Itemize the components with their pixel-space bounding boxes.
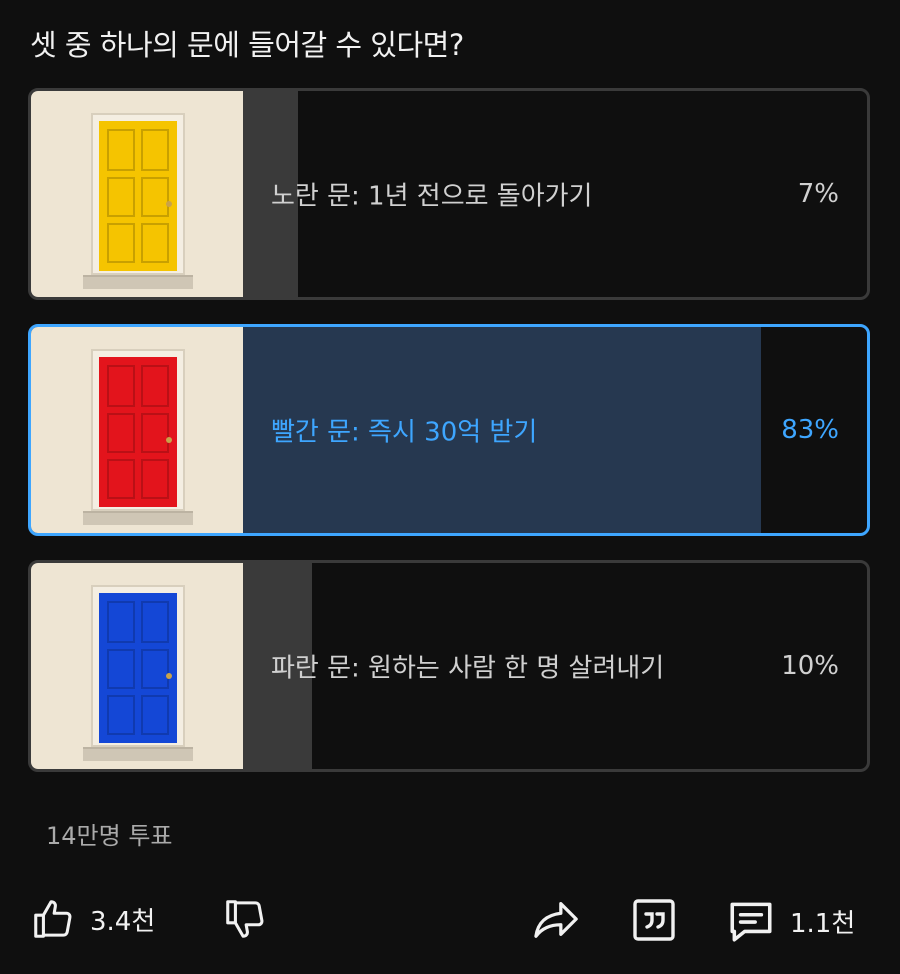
blue-door-image: [31, 563, 243, 769]
like-button[interactable]: 3.4천: [30, 896, 155, 942]
dislike-button[interactable]: [222, 896, 268, 942]
poll-option-label: 파란 문: 원하는 사람 한 명 살려내기: [271, 653, 665, 684]
comment-button[interactable]: 1.1천: [726, 896, 855, 946]
vote-count: 14만명 투표: [46, 822, 173, 850]
like-count: 3.4천: [90, 906, 156, 937]
thumbs-up-icon: [30, 896, 76, 942]
share-icon: [532, 896, 582, 942]
comment-icon: [726, 896, 776, 946]
yellow-door-image: [31, 91, 243, 297]
share-button[interactable]: [532, 896, 582, 942]
poll-option-label: 노란 문: 1년 전으로 돌아가기: [271, 181, 593, 212]
quote-button[interactable]: [630, 896, 678, 944]
poll-option-yellow[interactable]: 노란 문: 1년 전으로 돌아가기 7%: [28, 88, 870, 300]
poll-option-percent: 83%: [781, 415, 839, 445]
poll-option-blue[interactable]: 파란 문: 원하는 사람 한 명 살려내기 10%: [28, 560, 870, 772]
red-door-image: [31, 327, 243, 533]
poll-question: 셋 중 하나의 문에 들어갈 수 있다면?: [30, 28, 464, 62]
poll-option-percent: 7%: [797, 179, 839, 209]
poll-option-percent: 10%: [781, 651, 839, 681]
thumbs-down-icon: [222, 896, 268, 942]
quote-icon: [630, 896, 678, 944]
poll-option-label: 빨간 문: 즉시 30억 받기: [271, 417, 538, 448]
comment-count: 1.1천: [790, 908, 856, 939]
poll-option-red[interactable]: 빨간 문: 즉시 30억 받기 83%: [28, 324, 870, 536]
